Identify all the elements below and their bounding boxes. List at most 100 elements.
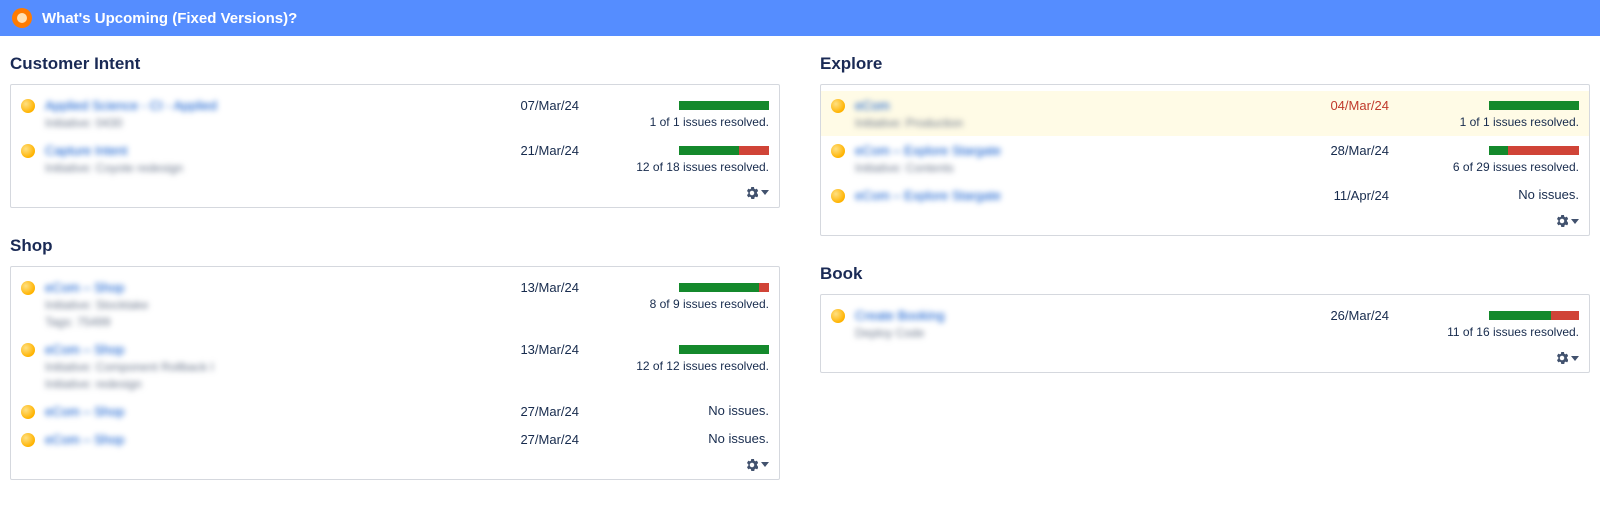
- release-date: 07/Mar/24: [459, 97, 579, 113]
- group-panel: Applied Science - CI - AppliedInitiative…: [10, 84, 780, 208]
- version-name[interactable]: eCom – Explore Stargate: [855, 187, 1269, 205]
- project-group: Book Create BookingDeploy Code26/Mar/2411…: [820, 264, 1590, 373]
- panel-footer: [21, 181, 769, 199]
- version-icon: [831, 309, 845, 323]
- settings-button[interactable]: [1556, 352, 1579, 364]
- progress-column: No issues.: [599, 403, 769, 418]
- release-date: 28/Mar/24: [1269, 142, 1389, 158]
- version-icon: [831, 189, 845, 203]
- progress-bar[interactable]: [679, 101, 769, 110]
- status-text: 12 of 18 issues resolved.: [599, 160, 769, 176]
- version-icon: [831, 144, 845, 158]
- gadget-title: What's Upcoming (Fixed Versions)?: [42, 10, 297, 27]
- status-text: 6 of 29 issues resolved.: [1409, 160, 1579, 176]
- status-text: 12 of 12 issues resolved.: [599, 359, 769, 375]
- version-row[interactable]: Create BookingDeploy Code26/Mar/2411 of …: [831, 301, 1579, 346]
- progress-bar[interactable]: [1489, 311, 1579, 320]
- version-name[interactable]: Capture IntentInitiative: Coyote redesig…: [45, 142, 459, 177]
- version-name[interactable]: eCom – Shop: [45, 403, 459, 421]
- version-row[interactable]: Capture IntentInitiative: Coyote redesig…: [21, 136, 769, 181]
- progress-bar[interactable]: [679, 146, 769, 155]
- version-icon: [21, 405, 35, 419]
- status-text: No issues.: [1409, 187, 1579, 202]
- status-text: 1 of 1 issues resolved.: [599, 115, 769, 131]
- chevron-down-icon: [1571, 219, 1579, 224]
- columns: Customer Intent Applied Science - CI - Ap…: [0, 36, 1600, 518]
- group-title: Customer Intent: [10, 54, 780, 74]
- left-column: Customer Intent Applied Science - CI - Ap…: [10, 54, 780, 508]
- version-name[interactable]: Applied Science - CI - AppliedInitiative…: [45, 97, 459, 132]
- group-panel: eCom – ShopInitiative: StocktakeTags: 75…: [10, 266, 780, 480]
- settings-button[interactable]: [746, 187, 769, 199]
- gear-icon: [746, 459, 758, 471]
- status-text: 1 of 1 issues resolved.: [1409, 115, 1579, 131]
- group-panel: eComInitiative: Production04/Mar/24 1 of …: [820, 84, 1590, 236]
- version-name[interactable]: eCom – Explore StargateInitiative: Conte…: [855, 142, 1269, 177]
- workflow-icon: [12, 8, 32, 28]
- version-icon: [21, 433, 35, 447]
- panel-footer: [831, 346, 1579, 364]
- release-date: 27/Mar/24: [459, 403, 579, 419]
- version-name[interactable]: eCom – ShopInitiative: Component Rollbac…: [45, 341, 459, 393]
- chevron-down-icon: [761, 190, 769, 195]
- gear-icon: [1556, 215, 1568, 227]
- project-group: Customer Intent Applied Science - CI - Ap…: [10, 54, 780, 208]
- version-name[interactable]: Create BookingDeploy Code: [855, 307, 1269, 342]
- progress-column: 12 of 18 issues resolved.: [599, 142, 769, 176]
- chevron-down-icon: [1571, 356, 1579, 361]
- release-date: 13/Mar/24: [459, 341, 579, 357]
- release-date: 13/Mar/24: [459, 279, 579, 295]
- project-group: Explore eComInitiative: Production04/Mar/…: [820, 54, 1590, 236]
- gear-icon: [746, 187, 758, 199]
- release-date: 21/Mar/24: [459, 142, 579, 158]
- group-title: Explore: [820, 54, 1590, 74]
- progress-column: No issues.: [1409, 187, 1579, 202]
- version-icon: [831, 99, 845, 113]
- group-title: Book: [820, 264, 1590, 284]
- version-icon: [21, 281, 35, 295]
- version-row[interactable]: Applied Science - CI - AppliedInitiative…: [21, 91, 769, 136]
- version-row[interactable]: eComInitiative: Production04/Mar/24 1 of …: [821, 91, 1589, 136]
- status-text: No issues.: [599, 403, 769, 418]
- version-row[interactable]: eCom – ShopInitiative: Component Rollbac…: [21, 335, 769, 397]
- release-date: 11/Apr/24: [1269, 187, 1389, 203]
- progress-bar[interactable]: [679, 345, 769, 354]
- release-date: 27/Mar/24: [459, 431, 579, 447]
- version-icon: [21, 99, 35, 113]
- progress-bar[interactable]: [679, 283, 769, 292]
- status-text: No issues.: [599, 431, 769, 446]
- progress-column: 11 of 16 issues resolved.: [1409, 307, 1579, 341]
- progress-column: 1 of 1 issues resolved.: [599, 97, 769, 131]
- version-row[interactable]: eCom – Explore Stargate11/Apr/24 No issue…: [831, 181, 1579, 209]
- gadget-header: What's Upcoming (Fixed Versions)?: [0, 0, 1600, 36]
- progress-column: 6 of 29 issues resolved.: [1409, 142, 1579, 176]
- settings-button[interactable]: [1556, 215, 1579, 227]
- version-name[interactable]: eComInitiative: Production: [855, 97, 1269, 132]
- group-panel: Create BookingDeploy Code26/Mar/2411 of …: [820, 294, 1590, 373]
- settings-button[interactable]: [746, 459, 769, 471]
- progress-column: No issues.: [599, 431, 769, 446]
- progress-bar[interactable]: [1489, 101, 1579, 110]
- version-row[interactable]: eCom – ShopInitiative: StocktakeTags: 75…: [21, 273, 769, 335]
- release-date: 04/Mar/24: [1269, 97, 1389, 113]
- group-title: Shop: [10, 236, 780, 256]
- progress-column: 8 of 9 issues resolved.: [599, 279, 769, 313]
- progress-column: 1 of 1 issues resolved.: [1409, 97, 1579, 131]
- panel-footer: [831, 209, 1579, 227]
- gear-icon: [1556, 352, 1568, 364]
- project-group: Shop eCom – ShopInitiative: StocktakeTags…: [10, 236, 780, 480]
- version-row[interactable]: eCom – Shop27/Mar/24 No issues.: [21, 425, 769, 453]
- status-text: 8 of 9 issues resolved.: [599, 297, 769, 313]
- status-text: 11 of 16 issues resolved.: [1409, 325, 1579, 341]
- progress-bar[interactable]: [1489, 146, 1579, 155]
- version-icon: [21, 144, 35, 158]
- chevron-down-icon: [761, 462, 769, 467]
- version-row[interactable]: eCom – Shop27/Mar/24 No issues.: [21, 397, 769, 425]
- right-column: Explore eComInitiative: Production04/Mar/…: [820, 54, 1590, 508]
- version-name[interactable]: eCom – Shop: [45, 431, 459, 449]
- version-name[interactable]: eCom – ShopInitiative: StocktakeTags: 75…: [45, 279, 459, 331]
- panel-footer: [21, 453, 769, 471]
- version-row[interactable]: eCom – Explore StargateInitiative: Conte…: [831, 136, 1579, 181]
- version-icon: [21, 343, 35, 357]
- progress-column: 12 of 12 issues resolved.: [599, 341, 769, 375]
